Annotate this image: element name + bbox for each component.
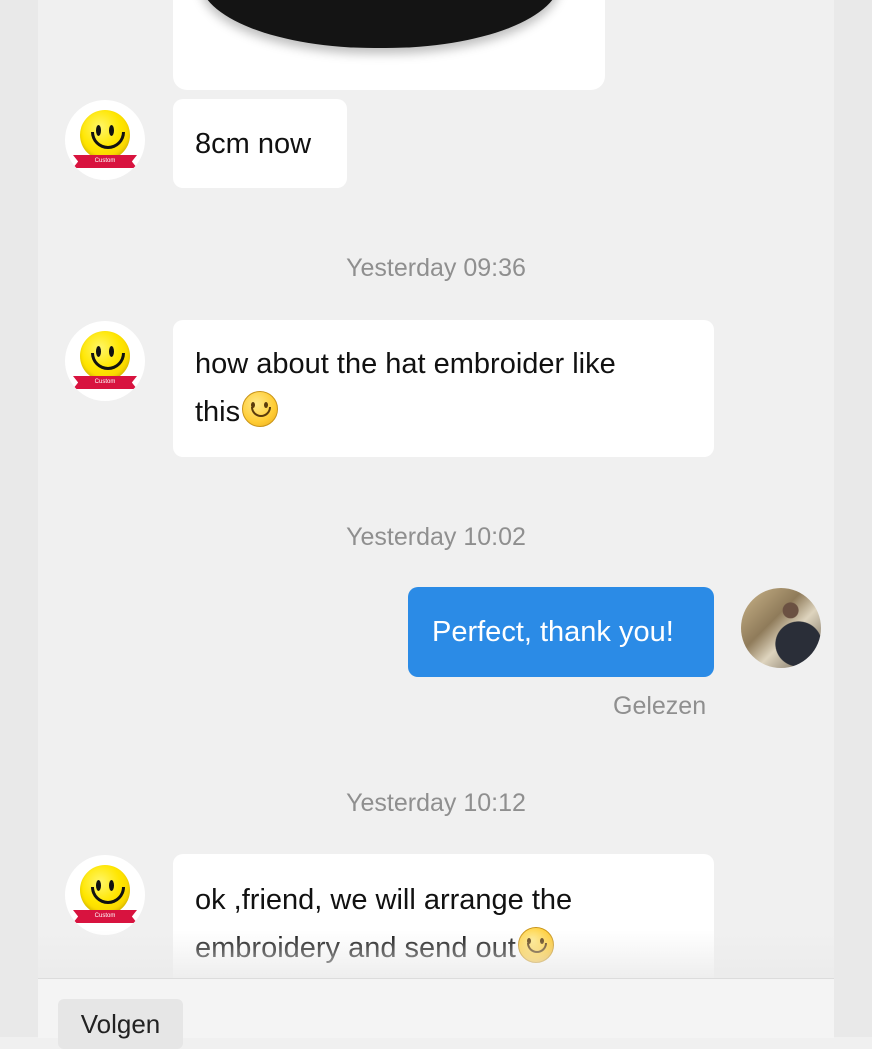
contact-avatar[interactable]: Custom <box>65 100 145 180</box>
avatar-ribbon: Custom <box>73 376 137 389</box>
smiley-face-icon <box>80 865 130 915</box>
image-message[interactable] <box>173 0 605 90</box>
timestamp: Yesterday 10:12 <box>346 789 526 817</box>
hat-image <box>200 0 560 48</box>
message-text: how about the hat embroider like <box>195 348 616 380</box>
message-text: 8cm now <box>195 128 312 160</box>
contact-avatar[interactable]: Custom <box>65 321 145 401</box>
read-status: Gelezen <box>613 692 707 720</box>
avatar-ribbon: Custom <box>73 910 137 923</box>
follow-button[interactable]: Volgen <box>58 999 183 1049</box>
message-text-line2: this <box>195 396 241 428</box>
avatar-ribbon: Custom <box>73 155 137 168</box>
incoming-message-bubble[interactable]: 8cm now <box>173 99 347 188</box>
timestamp: Yesterday 10:02 <box>346 523 526 551</box>
incoming-message-bubble[interactable]: how about the hat embroider like this <box>173 320 714 457</box>
message-text: Perfect, thank you! <box>432 616 674 648</box>
user-photo-avatar[interactable] <box>741 588 821 668</box>
left-margin <box>0 0 38 1037</box>
message-text-line2: embroidery and send out <box>195 932 516 964</box>
chat-thread[interactable]: Custom 8cm now Yesterday 09:36 Custom ho… <box>38 0 834 1037</box>
right-margin <box>834 0 872 1037</box>
timestamp: Yesterday 09:36 <box>346 254 526 282</box>
incoming-message-bubble[interactable]: ok ,friend, we will arrange the embroide… <box>173 854 714 994</box>
bottom-bar: Volgen <box>38 978 834 1049</box>
outgoing-message-bubble[interactable]: Perfect, thank you! <box>408 587 714 677</box>
message-text: ok ,friend, we will arrange the <box>195 884 573 916</box>
contact-avatar[interactable]: Custom <box>65 855 145 935</box>
smile-emoji-icon <box>517 927 554 963</box>
smiley-face-icon <box>80 331 130 381</box>
smile-emoji-icon <box>242 391 279 427</box>
smiley-face-icon <box>80 110 130 160</box>
